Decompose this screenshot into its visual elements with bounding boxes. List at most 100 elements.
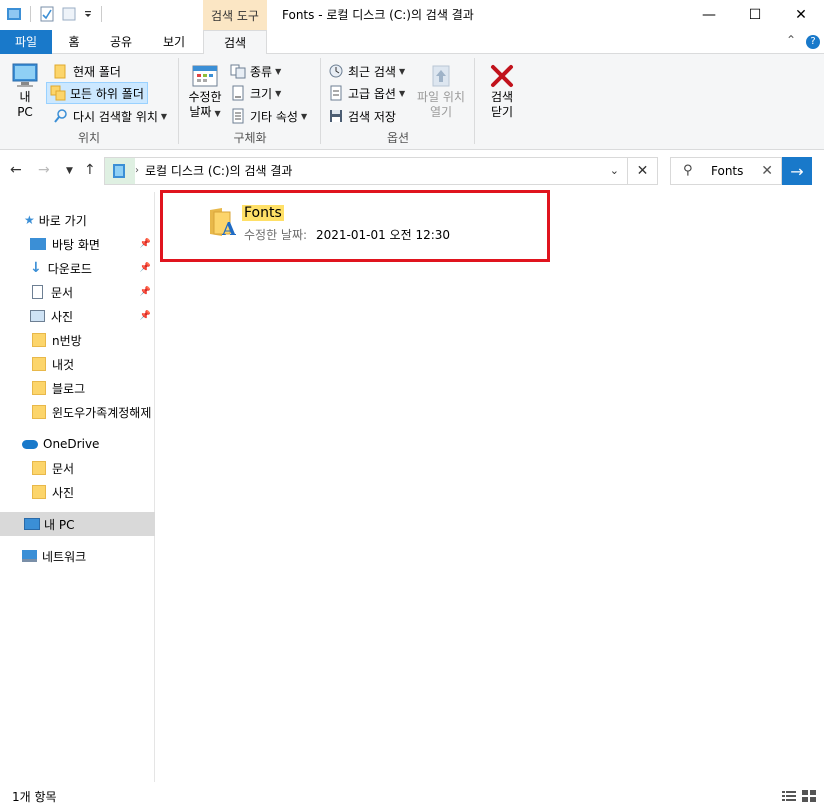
pin-icon[interactable]: 📌 bbox=[140, 239, 151, 249]
open-file-location-button[interactable]: 파일 위치 열기 bbox=[414, 62, 468, 120]
address-dropdown-icon[interactable]: ⌄ bbox=[610, 158, 619, 184]
ribbon-separator bbox=[474, 58, 475, 144]
close-button[interactable]: ✕ bbox=[778, 0, 824, 30]
nav-label: 다운로드 bbox=[47, 261, 92, 276]
explorer-icon[interactable] bbox=[6, 6, 22, 22]
properties-icon[interactable] bbox=[39, 6, 55, 22]
star-icon: ★ bbox=[24, 213, 35, 227]
nav-this-pc[interactable]: 내 PC bbox=[0, 512, 155, 536]
up-arrow-icon[interactable]: ↑ bbox=[84, 162, 96, 178]
location-group: 내 PC 현재 폴더 모든 하위 폴더 다시 검색할 위치 ▼ 위치 bbox=[0, 54, 178, 150]
result-file-name[interactable]: Fonts bbox=[242, 205, 284, 221]
folder-icon bbox=[53, 63, 69, 79]
ribbon-separator bbox=[320, 58, 321, 144]
nav-item-desktop[interactable]: 바탕 화면 📌 bbox=[0, 232, 155, 256]
chevron-down-icon: ▼ bbox=[160, 111, 168, 121]
current-folder-label: 현재 폴더 bbox=[73, 64, 121, 79]
search-again-button[interactable]: 다시 검색할 위치 ▼ bbox=[50, 106, 170, 126]
kind-button[interactable]: 종류 ▼ bbox=[230, 61, 281, 81]
advanced-options-button[interactable]: 고급 옵션 ▼ bbox=[328, 83, 405, 103]
tab-search[interactable]: 검색 bbox=[203, 30, 267, 55]
forward-arrow-icon[interactable]: → bbox=[38, 162, 50, 178]
stop-search-button[interactable]: ✕ bbox=[628, 157, 658, 185]
back-arrow-icon[interactable]: ← bbox=[10, 162, 22, 178]
nav-label: 문서 bbox=[52, 461, 75, 476]
nav-onedrive-item[interactable]: 문서 bbox=[0, 456, 155, 480]
this-pc-label-1: 내 bbox=[19, 90, 31, 104]
pin-icon[interactable]: 📌 bbox=[140, 311, 151, 321]
nav-label: 내 PC bbox=[44, 517, 75, 532]
chevron-down-icon: ▼ bbox=[300, 111, 308, 121]
tab-home[interactable]: 홈 bbox=[56, 30, 92, 54]
date-modified-button[interactable]: 수정한 날짜 ▼ bbox=[184, 62, 226, 121]
all-subfolders-button[interactable]: 모든 하위 폴더 bbox=[46, 82, 148, 104]
chevron-down-icon: ▼ bbox=[275, 88, 282, 98]
tab-share[interactable]: 공유 bbox=[103, 30, 139, 54]
search-go-button[interactable]: → bbox=[782, 157, 812, 185]
other-properties-button[interactable]: 기타 속성 ▼ bbox=[230, 106, 307, 126]
recent-searches-label: 최근 검색 bbox=[348, 64, 396, 79]
address-bar[interactable]: › 로컬 디스크 (C:)의 검색 결과 ⌄ bbox=[104, 157, 628, 185]
this-pc-button[interactable]: 내 PC bbox=[8, 62, 42, 120]
close-icon: ✕ bbox=[636, 163, 649, 179]
recent-searches-button[interactable]: 최근 검색 ▼ bbox=[328, 61, 405, 81]
subfolders-icon bbox=[50, 85, 66, 101]
close-search-button[interactable]: 검색 닫기 bbox=[482, 62, 522, 120]
folder-icon bbox=[32, 333, 46, 347]
nav-item-folder[interactable]: n번방 bbox=[0, 328, 155, 352]
clear-search-icon[interactable]: ✕ bbox=[761, 158, 773, 184]
nav-onedrive[interactable]: OneDrive bbox=[0, 432, 155, 456]
close-search-label-2: 닫기 bbox=[490, 105, 514, 119]
size-icon bbox=[230, 85, 246, 101]
nav-item-downloads[interactable]: ↓ 다운로드 📌 bbox=[0, 256, 155, 280]
search-location-icon bbox=[105, 158, 135, 184]
nav-item-folder[interactable]: 블로그 bbox=[0, 376, 155, 400]
recent-locations-chevron-icon[interactable]: ▼ bbox=[66, 166, 73, 176]
fonts-folder-icon[interactable]: A bbox=[208, 206, 236, 238]
qat-separator bbox=[30, 6, 31, 22]
status-bar: 1개 항목 bbox=[0, 784, 824, 808]
search-input[interactable]: Fonts bbox=[711, 158, 743, 184]
tab-view[interactable]: 보기 bbox=[152, 30, 196, 54]
nav-item-folder[interactable]: 윈도우가족계정해제 bbox=[0, 400, 155, 424]
chevron-down-icon: ▼ bbox=[398, 66, 406, 76]
size-button[interactable]: 크기 ▼ bbox=[230, 83, 281, 103]
location-group-label: 위치 bbox=[77, 131, 101, 145]
save-icon bbox=[328, 108, 344, 124]
other-properties-label: 기타 속성 bbox=[250, 109, 298, 124]
kind-icon bbox=[230, 63, 246, 79]
details-view-icon[interactable] bbox=[782, 790, 796, 802]
nav-item-documents[interactable]: 문서 📌 bbox=[0, 280, 155, 304]
open-file-location-icon bbox=[432, 65, 450, 87]
current-folder-button[interactable]: 현재 폴더 bbox=[50, 61, 124, 81]
close-icon: ✕ bbox=[795, 7, 807, 23]
nav-onedrive-item[interactable]: 사진 bbox=[0, 480, 155, 504]
advanced-options-icon bbox=[328, 85, 344, 101]
customize-qat-icon[interactable] bbox=[83, 6, 93, 22]
size-label: 크기 bbox=[250, 86, 273, 101]
nav-item-folder[interactable]: 내것 bbox=[0, 352, 155, 376]
options-group: 최근 검색 ▼ 고급 옵션 ▼ 검색 저장 파일 위치 열기 옵션 bbox=[322, 54, 474, 150]
search-box[interactable]: ⚲ Fonts ✕ bbox=[670, 157, 782, 185]
new-folder-icon[interactable] bbox=[61, 6, 77, 22]
tab-file[interactable]: 파일 bbox=[0, 30, 52, 54]
advanced-options-label: 고급 옵션 bbox=[348, 86, 396, 101]
minimize-button[interactable]: — bbox=[686, 0, 732, 30]
nav-item-pictures[interactable]: 사진 📌 bbox=[0, 304, 155, 328]
help-icon[interactable]: ? bbox=[806, 35, 820, 49]
qat-separator bbox=[101, 6, 102, 22]
ribbon: 내 PC 현재 폴더 모든 하위 폴더 다시 검색할 위치 ▼ 위치 수정한 날… bbox=[0, 54, 824, 150]
this-pc-label-2: PC bbox=[17, 105, 33, 119]
breadcrumb-chevron-icon[interactable]: › bbox=[135, 158, 139, 184]
pin-icon[interactable]: 📌 bbox=[140, 263, 151, 273]
ribbon-tabs: 파일 홈 공유 보기 검색 ⌃ ? bbox=[0, 30, 824, 55]
nav-quick-access[interactable]: ★ 바로 가기 bbox=[0, 208, 155, 232]
maximize-button[interactable]: ☐ bbox=[732, 0, 778, 30]
collapse-ribbon-icon[interactable]: ⌃ bbox=[786, 33, 796, 47]
nav-label: 네트워크 bbox=[42, 549, 87, 564]
large-icons-view-icon[interactable] bbox=[802, 790, 816, 802]
computer-icon bbox=[12, 63, 38, 87]
save-search-button[interactable]: 검색 저장 bbox=[328, 106, 396, 126]
pin-icon[interactable]: 📌 bbox=[140, 287, 151, 297]
nav-network[interactable]: 네트워크 bbox=[0, 544, 155, 568]
